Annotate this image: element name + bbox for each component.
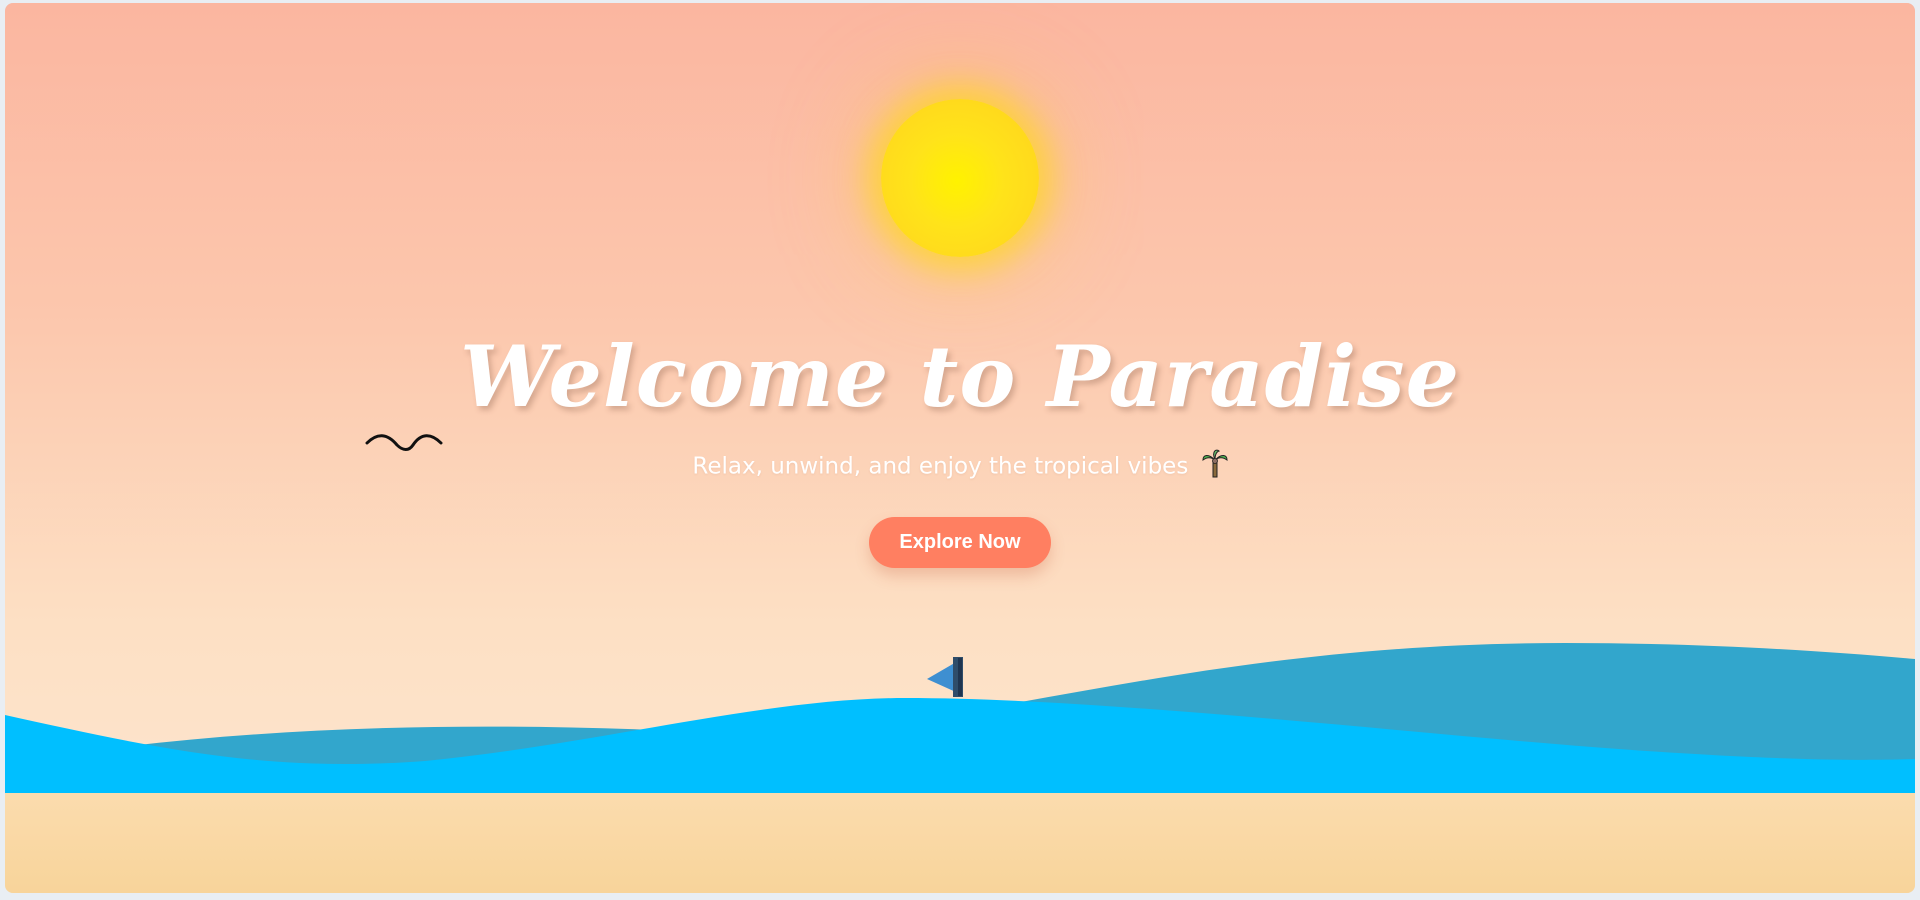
page-frame: Welcome to Paradise Relax, unwind, and e… <box>5 3 1915 893</box>
sand-beach <box>5 793 1915 893</box>
ocean-scene <box>5 643 1915 893</box>
sailboat-icon <box>927 657 963 697</box>
